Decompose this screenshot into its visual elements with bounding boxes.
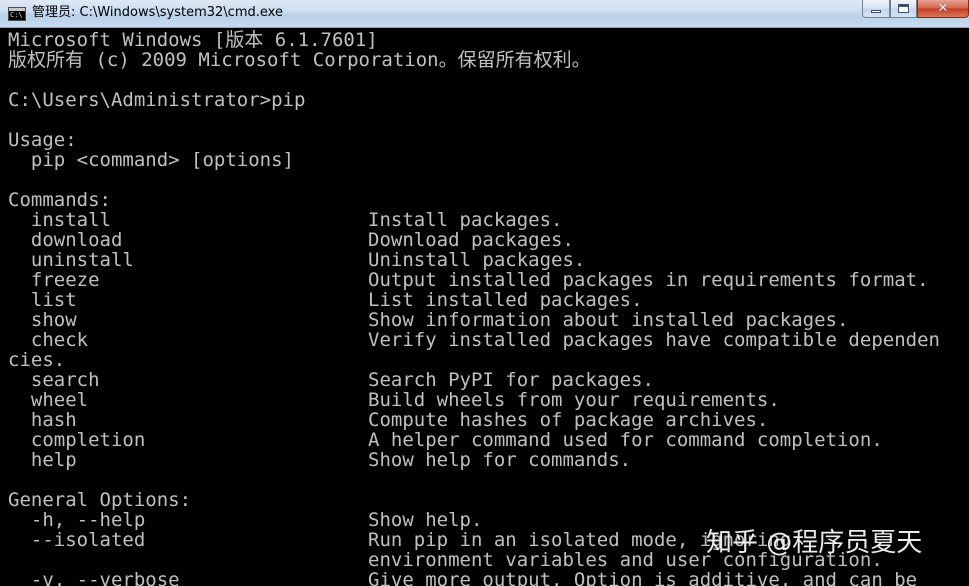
usage-line: pip <command> [options] bbox=[8, 149, 294, 171]
command-row: uninstall Uninstall packages. bbox=[8, 250, 969, 270]
minimize-button[interactable] bbox=[862, 0, 890, 18]
command-prompt-line: C:\Users\Administrator>pip bbox=[8, 89, 306, 111]
option-desc: Give more output. Option is additive, an… bbox=[368, 569, 918, 586]
option-desc: Show help. bbox=[368, 509, 483, 531]
command-desc: Output installed packages in requirement… bbox=[368, 269, 929, 291]
close-icon: ✕ bbox=[937, 1, 949, 16]
command-desc: Verify installed packages have compatibl… bbox=[368, 329, 940, 351]
command-name: help bbox=[8, 449, 77, 471]
cmd-window: C:\ 管理员: C:\Windows\system32\cmd.exe ✕ M… bbox=[0, 0, 969, 586]
option-name: -h, --help bbox=[8, 509, 146, 531]
minimize-icon bbox=[871, 10, 881, 13]
command-row: freeze Output installed packages in requi… bbox=[8, 270, 969, 290]
icon-prompt-text: C:\ bbox=[10, 11, 23, 19]
command-name: completion bbox=[8, 429, 146, 451]
cmd-app-icon[interactable]: C:\ bbox=[8, 7, 26, 21]
command-row: list List installed packages. bbox=[8, 290, 969, 310]
commands-header: Commands: bbox=[8, 189, 111, 211]
command-name: install bbox=[8, 209, 111, 231]
wrapped-text-line: cies. bbox=[8, 349, 66, 371]
general-options-header: General Options: bbox=[8, 489, 192, 511]
title-bar[interactable]: C:\ 管理员: C:\Windows\system32\cmd.exe ✕ bbox=[0, 0, 969, 28]
command-desc: Build wheels from your requirements. bbox=[368, 389, 780, 411]
zhihu-watermark: 知乎 @程序员夏天 bbox=[706, 528, 923, 558]
command-desc: A helper command used for command comple… bbox=[368, 429, 883, 451]
command-name: download bbox=[8, 229, 123, 251]
command-name: show bbox=[8, 309, 77, 331]
command-name: hash bbox=[8, 409, 77, 431]
command-desc: Search PyPI for packages. bbox=[368, 369, 654, 391]
command-desc: Install packages. bbox=[368, 209, 563, 231]
window-title: 管理员: C:\Windows\system32\cmd.exe bbox=[32, 5, 283, 20]
usage-header: Usage: bbox=[8, 129, 77, 151]
command-desc: Uninstall packages. bbox=[368, 249, 586, 271]
command-row: help Show help for commands. bbox=[8, 450, 969, 470]
command-desc: Compute hashes of package archives. bbox=[368, 409, 769, 431]
command-desc: Download packages. bbox=[368, 229, 574, 251]
command-name: wheel bbox=[8, 389, 89, 411]
option-name: --isolated bbox=[8, 529, 146, 551]
command-row: install Install packages. bbox=[8, 210, 969, 230]
command-desc: List installed packages. bbox=[368, 289, 643, 311]
command-desc: Show help for commands. bbox=[368, 449, 632, 471]
command-name: search bbox=[8, 369, 100, 391]
command-row: completion A helper command used for comm… bbox=[8, 430, 969, 450]
command-desc: Show information about installed package… bbox=[368, 309, 849, 331]
command-row: search Search PyPI for packages. bbox=[8, 370, 969, 390]
command-name: freeze bbox=[8, 269, 100, 291]
command-name: check bbox=[8, 329, 89, 351]
option-row: -v, --verbose Give more output. Option is… bbox=[8, 570, 969, 586]
maximize-icon bbox=[898, 4, 909, 13]
command-name: uninstall bbox=[8, 249, 134, 271]
command-row: wheel Build wheels from your requirements… bbox=[8, 390, 969, 410]
banner-copyright-line: 版权所有 (c) 2009 Microsoft Corporation。保留所有… bbox=[8, 49, 591, 71]
option-name: -v, --verbose bbox=[8, 569, 180, 586]
close-button[interactable]: ✕ bbox=[917, 0, 969, 18]
banner-version-line: Microsoft Windows [版本 6.1.7601] bbox=[8, 29, 378, 51]
maximize-button[interactable] bbox=[890, 0, 917, 18]
command-row: check Verify installed packages have comp… bbox=[8, 330, 969, 350]
command-row: download Download packages. bbox=[8, 230, 969, 250]
console-output[interactable]: Microsoft Windows [版本 6.1.7601] 版权所有 (c)… bbox=[0, 29, 969, 586]
command-row: hash Compute hashes of package archives. bbox=[8, 410, 969, 430]
command-name: list bbox=[8, 289, 77, 311]
command-row: show Show information about installed pac… bbox=[8, 310, 969, 330]
